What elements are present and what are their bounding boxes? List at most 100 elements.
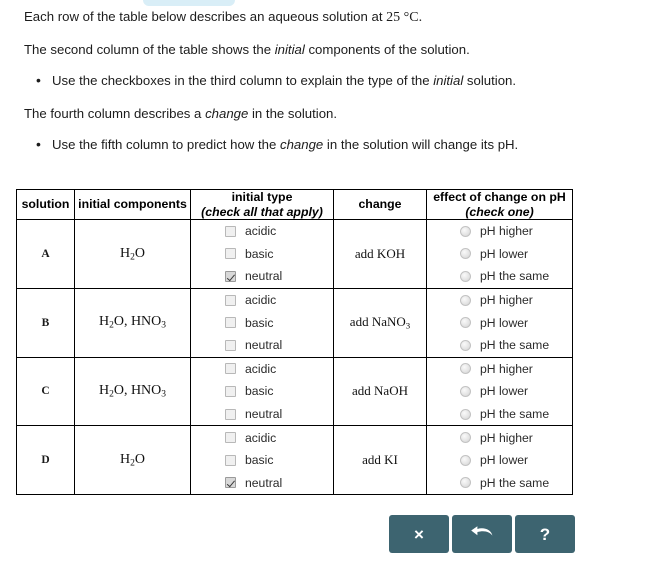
radio-option-pH-lower[interactable]: pH lower [427,243,572,266]
radio-pH-the-same[interactable] [460,477,471,489]
radio-option-pH-higher[interactable]: pH higher [427,426,572,449]
checkbox-neutral[interactable] [225,270,236,282]
radio-option-pH-lower[interactable]: pH lower [427,311,572,334]
checkbox-acidic[interactable] [225,432,236,444]
solution-label: C [16,356,75,427]
checkbox-option-neutral[interactable]: neutral [191,472,333,495]
radio-pH-higher[interactable] [460,363,471,375]
radio-pH-higher[interactable] [460,432,471,444]
clear-button[interactable]: × [389,515,449,553]
initial-type-checkbox-group: acidic basic neutral [190,219,334,289]
radio-option-pH-the-same[interactable]: pH the same [427,334,572,357]
checkbox-neutral[interactable] [225,408,236,420]
radio-label-pH-the-same: pH the same [480,475,550,490]
radio-label-pH-higher: pH higher [480,293,533,308]
table-row: D H2O acidic basic neutral add KI pH higher pH … [16,425,573,496]
help-button[interactable]: ? [515,515,575,553]
header-solution: solution [16,189,75,220]
radio-option-pH-lower[interactable]: pH lower [427,449,572,472]
checkbox-neutral[interactable] [225,477,236,489]
radio-pH-lower[interactable] [460,454,471,466]
checkbox-option-neutral[interactable]: neutral [191,265,333,288]
checkbox-basic[interactable] [225,385,236,397]
change-description: add KOH [333,219,427,289]
checkbox-basic[interactable] [225,454,236,466]
instruction-bullet-1: Use the checkboxes in the third column t… [24,71,631,89]
table-row: C H2O, HNO3 acidic basic neutral add NaOH pH h… [16,356,573,427]
radio-option-pH-higher[interactable]: pH higher [427,220,572,243]
radio-label-pH-the-same: pH the same [480,338,550,353]
checkbox-label-neutral: neutral [245,475,283,490]
instruction-line-3-a: The fourth column describes a [24,105,206,121]
solutions-table-wrapper: solution initial components initial type… [16,189,573,496]
checkbox-option-basic[interactable]: basic [191,311,333,334]
change-description: add NaOH [333,356,427,427]
initial-components-formula: H2O, HNO3 [74,356,191,427]
radio-label-pH-higher: pH higher [480,224,533,239]
radio-pH-lower[interactable] [460,385,471,397]
checkbox-acidic[interactable] [225,225,236,237]
radio-option-pH-lower[interactable]: pH lower [427,380,572,403]
radio-label-pH-lower: pH lower [480,384,529,399]
checkbox-option-acidic[interactable]: acidic [191,220,333,243]
solution-label: D [16,425,75,496]
header-effect-sub: (check one) [465,204,534,219]
radio-pH-the-same[interactable] [460,270,471,282]
checkbox-label-neutral: neutral [245,338,283,353]
instruction-line-2-b: components of the solution. [304,42,470,58]
checkbox-basic[interactable] [225,317,236,329]
table-row: A H2O acidic basic neutral add KOH pH higher pH… [16,219,573,289]
effect-radio-group: pH higher pH lower pH the same [426,425,573,496]
instruction-bullet-2-emphasis: change [279,136,324,152]
instruction-bullet-1-a: Use the checkboxes in the third column t… [52,73,434,89]
radio-label-pH-lower: pH lower [480,315,529,330]
undo-button[interactable] [452,515,512,553]
table-body: A H2O acidic basic neutral add KOH pH higher pH… [16,219,573,496]
checkbox-acidic[interactable] [225,294,236,306]
instruction-line-1: Each row of the table below describes an… [24,8,631,27]
checkbox-option-acidic[interactable]: acidic [191,289,333,312]
checkbox-label-acidic: acidic [245,293,277,308]
checkbox-option-basic[interactable]: basic [191,449,333,472]
checkbox-option-acidic[interactable]: acidic [191,358,333,381]
checkbox-label-basic: basic [245,453,274,468]
initial-components-formula: H2O [74,425,191,496]
radio-option-pH-the-same[interactable]: pH the same [427,403,572,426]
top-decoration-pill [143,0,235,6]
header-effect-main: effect of change on pH [433,190,566,204]
instruction-line-1-text: Each row of the table below describes an… [24,9,387,24]
radio-label-pH-the-same: pH the same [480,269,550,284]
checkbox-neutral[interactable] [225,339,236,351]
radio-label-pH-lower: pH lower [480,453,529,468]
solution-label: A [16,219,75,289]
checkbox-label-neutral: neutral [245,269,283,284]
radio-label-pH-the-same: pH the same [480,407,550,422]
radio-pH-the-same[interactable] [460,408,471,420]
checkbox-label-basic: basic [245,246,274,261]
radio-option-pH-higher[interactable]: pH higher [427,289,572,312]
radio-option-pH-the-same[interactable]: pH the same [427,265,572,288]
instruction-bullet-2-b: in the solution will change its pH. [323,136,519,152]
checkbox-option-neutral[interactable]: neutral [191,403,333,426]
checkbox-option-basic[interactable]: basic [191,380,333,403]
checkbox-acidic[interactable] [225,363,236,375]
radio-pH-lower[interactable] [460,317,471,329]
checkbox-option-acidic[interactable]: acidic [191,426,333,449]
initial-components-formula: H2O [74,219,191,289]
checkbox-basic[interactable] [225,248,236,260]
radio-pH-higher[interactable] [460,294,471,306]
instruction-bullet-1-b: solution. [463,73,517,89]
radio-option-pH-the-same[interactable]: pH the same [427,472,572,495]
change-description: add NaNO3 [333,287,427,358]
radio-option-pH-higher[interactable]: pH higher [427,358,572,381]
question-mark-icon: ? [539,524,551,544]
instruction-line-3-emphasis: change [205,105,249,121]
checkbox-option-neutral[interactable]: neutral [191,334,333,357]
radio-pH-the-same[interactable] [460,339,471,351]
radio-pH-higher[interactable] [460,225,471,237]
checkbox-option-basic[interactable]: basic [191,243,333,266]
undo-arrow-icon [470,525,494,543]
radio-pH-lower[interactable] [460,248,471,260]
instruction-bullet-2: Use the fifth column to predict how the … [24,135,631,153]
change-description: add KI [333,425,427,496]
